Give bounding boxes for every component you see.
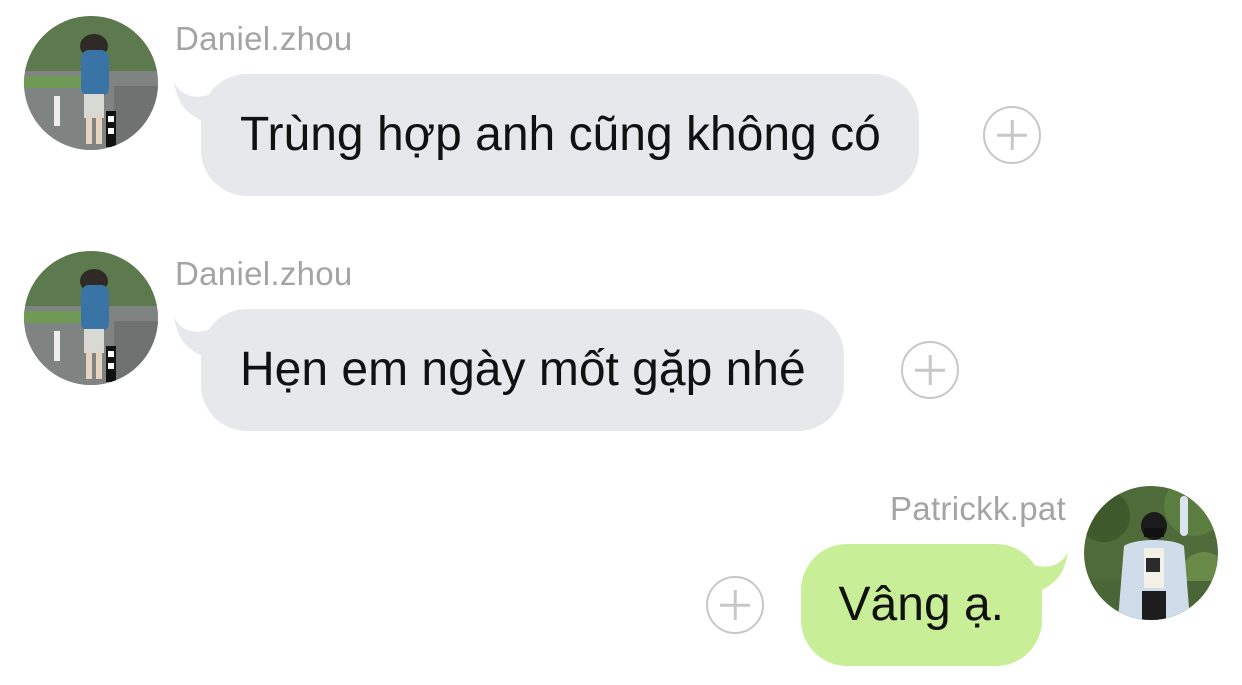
sender-name: Daniel.zhou [175, 20, 353, 57]
message-bubble[interactable]: Hẹn em ngày mốt gặp nhé [201, 309, 844, 431]
sender-name: Daniel.zhou [175, 255, 353, 292]
avatar[interactable] [24, 251, 158, 385]
message-bubble[interactable]: Vâng ạ. [800, 544, 1042, 666]
add-reaction-icon[interactable] [901, 341, 959, 399]
sender-name: Patrickk.pat [890, 490, 1066, 527]
add-reaction-icon[interactable] [706, 576, 764, 634]
add-reaction-icon[interactable] [983, 106, 1041, 164]
avatar[interactable] [1084, 486, 1218, 620]
message-bubble[interactable]: Trùng hợp anh cũng không có [201, 74, 919, 196]
avatar[interactable] [24, 16, 158, 150]
bubble-tail [1024, 552, 1068, 594]
